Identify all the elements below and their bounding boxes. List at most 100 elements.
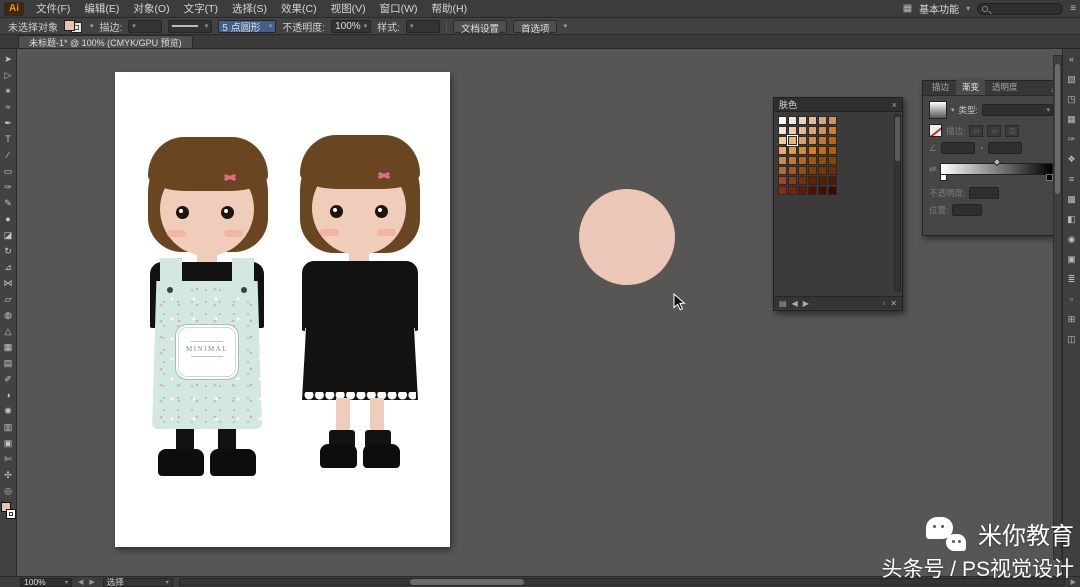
zoom-select[interactable]: 100%▾ xyxy=(20,578,72,587)
arrange-documents-icon[interactable]: ▦ xyxy=(903,3,912,14)
color-panel-icon[interactable]: ▧ xyxy=(1064,72,1079,86)
swatch[interactable] xyxy=(828,136,837,145)
swatch[interactable] xyxy=(798,156,807,165)
swatches-scrollbar[interactable] xyxy=(894,114,901,292)
free-transform-tool[interactable]: ▱ xyxy=(1,291,16,307)
swatch[interactable] xyxy=(798,146,807,155)
document-setup-button[interactable]: 文档设置 xyxy=(453,20,507,33)
next-page-icon[interactable]: ▶ xyxy=(803,299,809,308)
swatch[interactable] xyxy=(778,166,787,175)
swatch[interactable] xyxy=(788,146,797,155)
mesh-tool[interactable]: ▦ xyxy=(1,339,16,355)
gradient-tool[interactable]: ▤ xyxy=(1,355,16,371)
stroke-along-icon[interactable]: ▱ xyxy=(987,125,1001,137)
align-options-icon[interactable]: ▾ xyxy=(563,22,567,30)
stroke-within-icon[interactable]: ▭ xyxy=(969,125,983,137)
stroke-across-icon[interactable]: ◫ xyxy=(1005,125,1019,137)
swatch[interactable] xyxy=(778,116,787,125)
swatch[interactable] xyxy=(798,116,807,125)
menu-item[interactable]: 视图(V) xyxy=(325,0,372,17)
preferences-button[interactable]: 首选项 xyxy=(513,20,558,33)
brush-definition-select[interactable]: 5 点圆形▾ xyxy=(218,20,276,33)
canvas[interactable]: MINIMAL · · · xyxy=(17,49,1062,576)
swatch[interactable] xyxy=(808,146,817,155)
fill-caret-icon[interactable]: ▾ xyxy=(90,22,94,30)
align-panel-icon[interactable]: ⊞ xyxy=(1064,312,1079,326)
appearance-panel-icon[interactable]: ◉ xyxy=(1064,232,1079,246)
vertical-scroll-thumb[interactable] xyxy=(1055,64,1060,194)
close-icon[interactable]: × xyxy=(892,100,897,110)
swatch[interactable] xyxy=(788,166,797,175)
width-tool[interactable]: ⋈ xyxy=(1,275,16,291)
toolbar-fill-stroke-chips[interactable] xyxy=(1,502,16,522)
swatch[interactable] xyxy=(828,186,837,195)
gradient-aspect-field[interactable] xyxy=(988,142,1022,154)
menu-item[interactable]: 文字(T) xyxy=(178,0,224,17)
gradient-location-field[interactable] xyxy=(952,204,982,216)
eyedropper-tool[interactable]: ✐ xyxy=(1,371,16,387)
expand-panels-icon[interactable]: « xyxy=(1064,52,1079,66)
document-tab[interactable]: 未标题-1* @ 100% (CMYK/GPU 预览) xyxy=(18,35,193,48)
swatch[interactable] xyxy=(778,176,787,185)
menu-item[interactable]: 窗口(W) xyxy=(374,0,424,17)
swatch[interactable] xyxy=(818,156,827,165)
swatch[interactable] xyxy=(798,166,807,175)
drawn-skin-circle[interactable] xyxy=(579,189,675,285)
swatch[interactable] xyxy=(778,126,787,135)
swatch[interactable] xyxy=(808,176,817,185)
vertical-scrollbar[interactable] xyxy=(1053,55,1062,560)
graphic-styles-panel-icon[interactable]: ▣ xyxy=(1064,252,1079,266)
gradient-stop-black[interactable] xyxy=(1046,174,1053,181)
gradient-opacity-field[interactable] xyxy=(969,187,999,199)
swatch[interactable] xyxy=(818,176,827,185)
app-logo[interactable]: Ai xyxy=(4,2,24,16)
swatch[interactable] xyxy=(818,186,827,195)
brushes-panel-icon[interactable]: ✑ xyxy=(1064,132,1079,146)
swatch[interactable] xyxy=(778,186,787,195)
gradient-thumb-caret-icon[interactable]: ▾ xyxy=(951,106,955,114)
menu-item[interactable]: 效果(C) xyxy=(275,0,323,17)
swatches-panel-icon[interactable]: ▦ xyxy=(1064,112,1079,126)
menu-item[interactable]: 文件(F) xyxy=(30,0,76,17)
swatch[interactable] xyxy=(818,136,827,145)
swatch[interactable] xyxy=(778,156,787,165)
menu-item[interactable]: 选择(S) xyxy=(226,0,273,17)
reverse-gradient-icon[interactable]: ⇄ xyxy=(929,164,936,175)
window-menu-icon[interactable]: ≡ xyxy=(1070,3,1076,14)
slice-tool[interactable]: ✄ xyxy=(1,451,16,467)
new-swatch-icon[interactable]: ▫ xyxy=(882,299,885,308)
layers-panel-icon[interactable]: ≣ xyxy=(1064,272,1079,286)
swatch[interactable] xyxy=(828,116,837,125)
panel-tab-透明度[interactable]: 透明度 xyxy=(986,79,1024,95)
toolbar-stroke-chip[interactable] xyxy=(6,509,16,519)
pathfinder-panel-icon[interactable]: ◫ xyxy=(1064,332,1079,346)
zoom-tool[interactable]: ◎ xyxy=(1,483,16,499)
active-tool-indicator[interactable]: 选择▾ xyxy=(103,578,173,587)
swatch[interactable] xyxy=(798,136,807,145)
direct-selection-tool[interactable]: ▷ xyxy=(1,67,16,83)
color-guide-panel-icon[interactable]: ◳ xyxy=(1064,92,1079,106)
stroke-width-select[interactable]: ▾ xyxy=(128,20,162,33)
swatch[interactable] xyxy=(828,146,837,155)
girl-right-skirt[interactable] xyxy=(302,298,418,400)
scale-tool[interactable]: ⊿ xyxy=(1,259,16,275)
swatch[interactable] xyxy=(818,126,827,135)
swatches-panel-header[interactable]: 肤色 × xyxy=(774,98,902,112)
lasso-tool[interactable]: ≈ xyxy=(1,99,16,115)
swatch[interactable] xyxy=(808,156,817,165)
horizontal-scroll-thumb[interactable] xyxy=(410,579,525,585)
swatch[interactable] xyxy=(818,146,827,155)
swatch[interactable] xyxy=(798,186,807,195)
swatch[interactable] xyxy=(828,176,837,185)
skin-swatches-panel[interactable]: 肤色 × ▤ ◀ ▶ ▫ ✕ xyxy=(773,97,903,311)
swatch[interactable] xyxy=(798,176,807,185)
swatch[interactable] xyxy=(788,186,797,195)
perspective-grid-tool[interactable]: △ xyxy=(1,323,16,339)
eraser-tool[interactable]: ◪ xyxy=(1,227,16,243)
pencil-tool[interactable]: ✎ xyxy=(1,195,16,211)
swatch[interactable] xyxy=(828,166,837,175)
swatch[interactable] xyxy=(778,146,787,155)
symbols-panel-icon[interactable]: ❖ xyxy=(1064,152,1079,166)
swatch[interactable] xyxy=(808,126,817,135)
menu-item[interactable]: 对象(O) xyxy=(127,0,175,17)
